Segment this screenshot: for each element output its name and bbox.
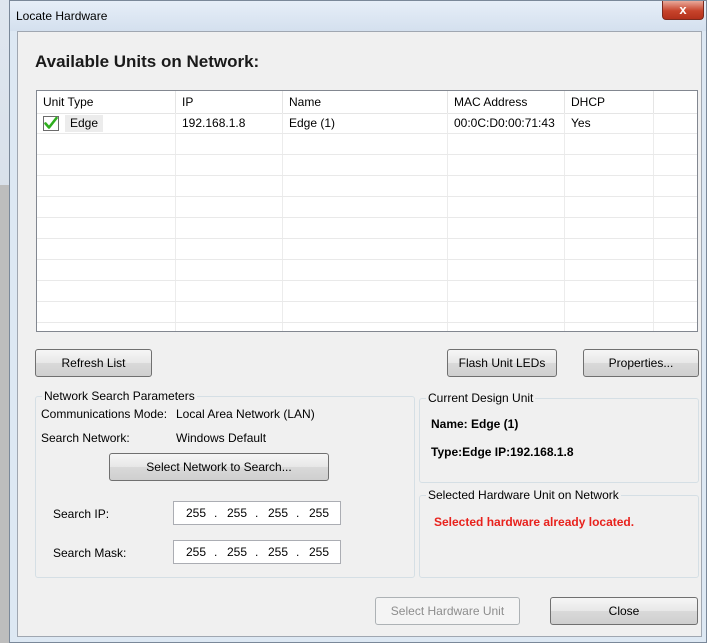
current-unit-name: Name: Edge (1)	[431, 417, 519, 431]
empty-row	[37, 176, 697, 197]
ip-cell: 192.168.1.8	[182, 116, 246, 130]
mask-octet-1[interactable]: 255	[186, 541, 206, 563]
mask-octet-3[interactable]: 255	[268, 541, 288, 563]
flash-unit-leds-button[interactable]: Flash Unit LEDs	[447, 349, 557, 377]
current-unit-type: Type:Edge IP:192.168.1.8	[431, 445, 574, 459]
network-search-group: Network Search Parameters Communications…	[35, 389, 415, 578]
selected-hardware-title: Selected Hardware Unit on Network	[426, 488, 621, 502]
dialog-client-area: Available Units on Network: Unit Type IP…	[17, 31, 702, 637]
window-title: Locate Hardware	[16, 9, 108, 23]
title-bar: Locate Hardware x	[10, 1, 706, 31]
column-header-mac-address[interactable]: MAC Address	[448, 91, 565, 113]
search-mask-label: Search Mask:	[53, 546, 127, 560]
network-search-title: Network Search Parameters	[42, 389, 197, 403]
locate-hardware-dialog: Locate Hardware x Available Units on Net…	[9, 0, 707, 643]
green-check-icon	[43, 116, 59, 131]
available-units-heading: Available Units on Network:	[35, 52, 260, 71]
close-window-button[interactable]: x	[662, 1, 704, 20]
list-header: Unit Type IP Name MAC Address DHCP	[37, 91, 697, 114]
close-icon: x	[679, 2, 687, 17]
current-design-title: Current Design Unit	[426, 391, 536, 405]
ip-octet-4[interactable]: 255	[309, 502, 329, 524]
unit-type-cell: Edge	[65, 115, 104, 132]
empty-row	[37, 155, 697, 176]
mask-octet-4[interactable]: 255	[309, 541, 329, 563]
empty-row	[37, 218, 697, 239]
units-list[interactable]: Unit Type IP Name MAC Address DHCP Edge …	[36, 90, 698, 332]
selected-hardware-group: Selected Hardware Unit on Network Select…	[419, 488, 699, 578]
table-row[interactable]: Edge 192.168.1.8 Edge (1) 00:0C:D0:00:71…	[37, 113, 697, 134]
empty-row	[37, 260, 697, 281]
column-header-name[interactable]: Name	[283, 91, 448, 113]
search-network-value: Windows Default	[176, 431, 267, 445]
select-network-button[interactable]: Select Network to Search...	[109, 453, 329, 481]
ip-octet-2[interactable]: 255	[227, 502, 247, 524]
background-window-edge	[0, 0, 9, 643]
column-header-unit-type[interactable]: Unit Type	[37, 91, 176, 113]
mask-octet-2[interactable]: 255	[227, 541, 247, 563]
refresh-list-button[interactable]: Refresh List	[35, 349, 152, 377]
column-header-dhcp[interactable]: DHCP	[565, 91, 654, 113]
search-ip-label: Search IP:	[53, 507, 110, 521]
empty-row	[37, 281, 697, 302]
search-mask-field[interactable]: 255 . 255 . 255 . 255	[173, 540, 341, 564]
empty-row	[37, 134, 697, 155]
empty-row	[37, 302, 697, 323]
search-ip-field[interactable]: 255 . 255 . 255 . 255	[173, 501, 341, 525]
search-network-label: Search Network:	[41, 431, 130, 445]
column-header-ip[interactable]: IP	[176, 91, 283, 113]
properties-button[interactable]: Properties...	[583, 349, 699, 377]
ip-octet-1[interactable]: 255	[186, 502, 206, 524]
selected-hardware-message: Selected hardware already located.	[434, 515, 635, 529]
select-hardware-unit-button[interactable]: Select Hardware Unit	[375, 597, 520, 625]
name-cell: Edge (1)	[289, 116, 336, 130]
close-button[interactable]: Close	[550, 597, 698, 625]
empty-row	[37, 197, 697, 218]
empty-row	[37, 239, 697, 260]
comm-mode-label: Communications Mode:	[41, 407, 168, 421]
mac-cell: 00:0C:D0:00:71:43	[454, 116, 555, 130]
dhcp-cell: Yes	[571, 116, 591, 130]
current-design-unit-group: Current Design Unit Name: Edge (1) Type:…	[419, 391, 699, 483]
comm-mode-value: Local Area Network (LAN)	[176, 407, 315, 421]
ip-octet-3[interactable]: 255	[268, 502, 288, 524]
